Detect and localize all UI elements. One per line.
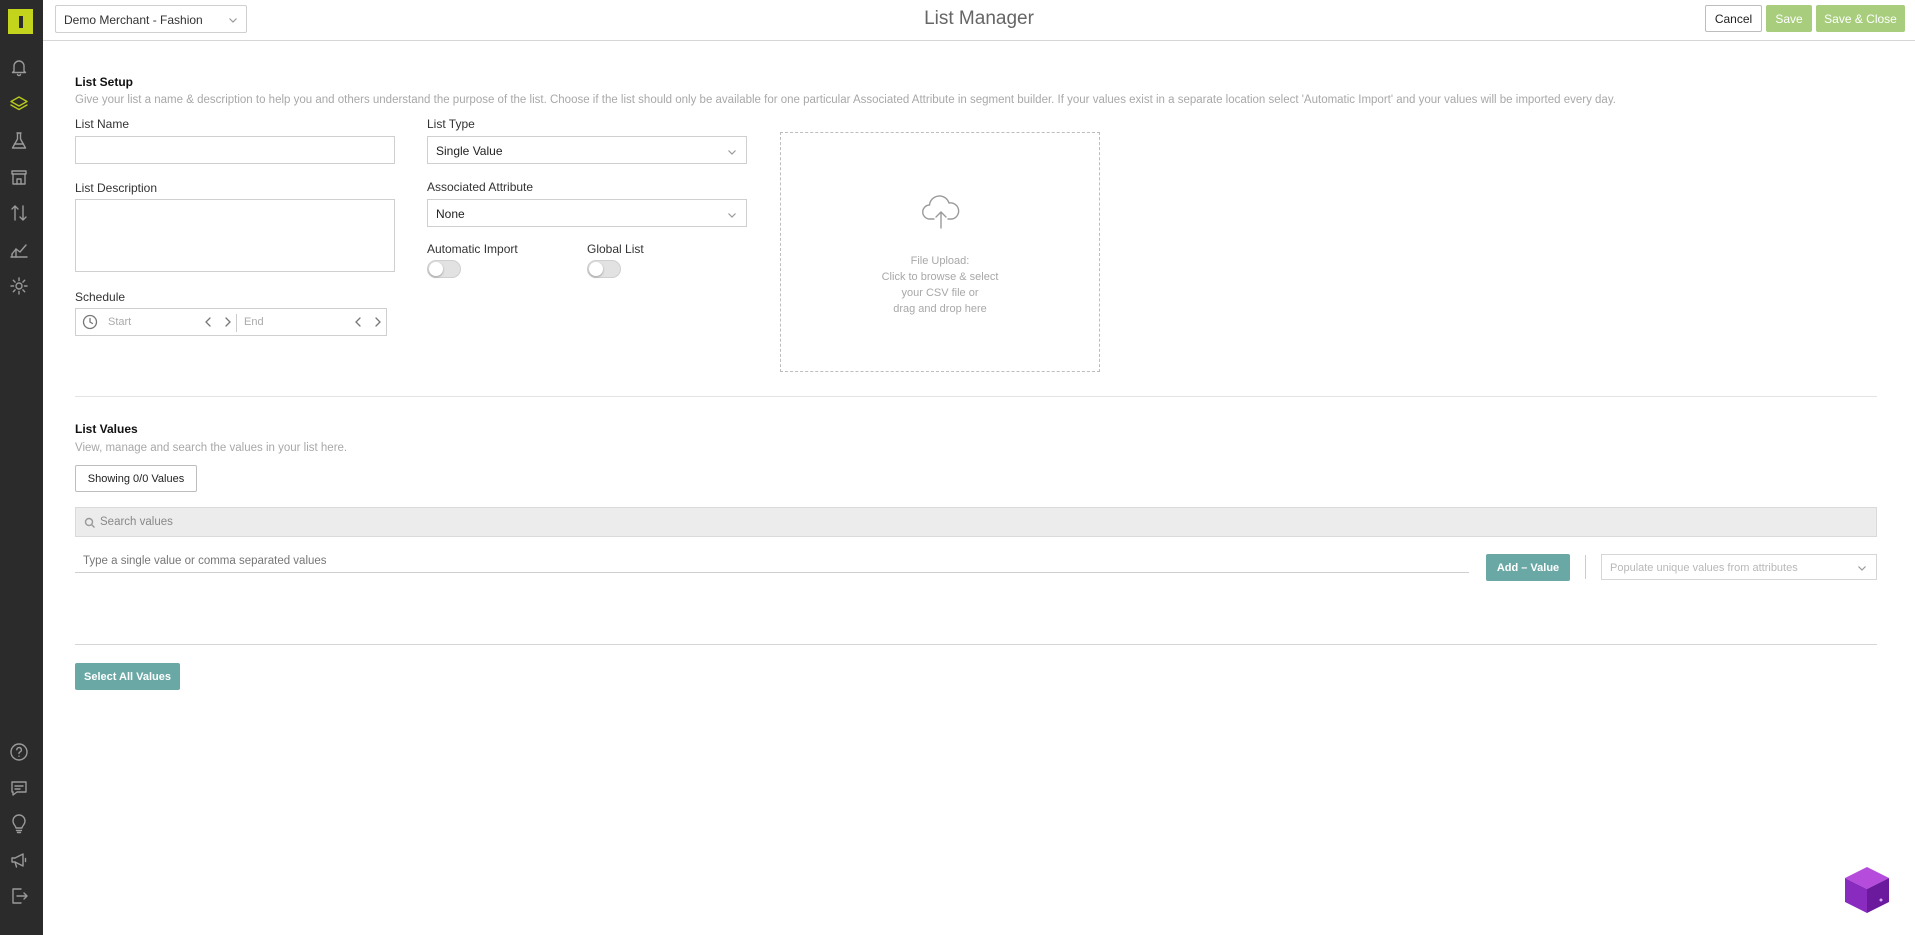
analytics-icon[interactable] bbox=[8, 239, 30, 261]
value-entry-input[interactable] bbox=[75, 549, 1469, 573]
automatic-import-label: Automatic Import bbox=[427, 242, 518, 256]
chevron-right-icon[interactable] bbox=[220, 314, 236, 330]
save-button[interactable]: Save bbox=[1766, 5, 1812, 32]
chevron-down-icon bbox=[727, 209, 737, 219]
global-list-label: Global List bbox=[587, 242, 644, 256]
list-type-value: Single Value bbox=[436, 144, 503, 158]
populate-from-attributes-select[interactable]: Populate unique values from attributes bbox=[1601, 554, 1877, 580]
associated-attribute-value: None bbox=[436, 207, 465, 221]
schedule-end-input[interactable]: End bbox=[244, 316, 264, 328]
associated-attribute-select[interactable]: None bbox=[427, 199, 747, 227]
upload-line: File Upload: bbox=[910, 255, 970, 267]
chevron-right-icon[interactable] bbox=[370, 314, 386, 330]
section-divider bbox=[75, 396, 1877, 397]
app-logo[interactable] bbox=[8, 9, 33, 34]
sidebar bbox=[0, 0, 43, 935]
megaphone-icon[interactable] bbox=[8, 849, 30, 871]
flask-icon[interactable] bbox=[8, 130, 30, 152]
vertical-separator bbox=[1585, 555, 1586, 579]
file-upload-dropzone[interactable]: File Upload: Click to browse & select yo… bbox=[780, 132, 1100, 372]
top-header: Demo Merchant - Fashion List Manager Can… bbox=[43, 0, 1915, 41]
schedule-label: Schedule bbox=[75, 290, 126, 304]
chevron-left-icon[interactable] bbox=[350, 314, 366, 330]
upload-line: your CSV file or bbox=[901, 287, 979, 299]
cloud-upload-icon bbox=[921, 193, 961, 231]
schedule-range-picker[interactable]: Start End bbox=[75, 308, 387, 336]
layers-icon[interactable] bbox=[8, 93, 30, 115]
chevron-down-icon bbox=[228, 14, 238, 24]
associated-attribute-label: Associated Attribute bbox=[427, 180, 534, 194]
bell-icon[interactable] bbox=[8, 56, 30, 78]
automatic-import-toggle[interactable] bbox=[427, 260, 461, 278]
list-type-select[interactable]: Single Value bbox=[427, 136, 747, 164]
chevron-down-icon bbox=[727, 146, 737, 156]
cancel-button[interactable]: Cancel bbox=[1705, 5, 1762, 32]
list-values-title: List Values bbox=[75, 422, 138, 436]
upload-instructions: File Upload: Click to browse & select yo… bbox=[781, 253, 1099, 317]
merchant-selector-label: Demo Merchant - Fashion bbox=[64, 13, 203, 27]
clock-icon bbox=[82, 314, 98, 330]
search-values-input[interactable] bbox=[100, 513, 1800, 531]
list-name-input[interactable] bbox=[75, 136, 395, 164]
values-divider bbox=[75, 644, 1877, 645]
list-description-textarea[interactable] bbox=[75, 199, 395, 272]
select-all-values-button[interactable]: Select All Values bbox=[75, 663, 180, 690]
upload-line: Click to browse & select bbox=[881, 271, 999, 283]
showing-values-button[interactable]: Showing 0/0 Values bbox=[75, 465, 197, 492]
main-content: List Setup Give your list a name & descr… bbox=[43, 41, 1915, 935]
list-name-label: List Name bbox=[75, 117, 130, 131]
schedule-start-input[interactable]: Start bbox=[108, 316, 131, 328]
list-type-label: List Type bbox=[427, 117, 475, 131]
page-title: List Manager bbox=[924, 8, 1034, 29]
cube-assistant-icon[interactable] bbox=[1841, 864, 1893, 916]
schedule-divider bbox=[236, 314, 237, 332]
search-icon bbox=[84, 516, 96, 528]
upload-line: drag and drop here bbox=[893, 303, 987, 315]
list-values-description: View, manage and search the values in yo… bbox=[75, 442, 348, 454]
chevron-left-icon[interactable] bbox=[200, 314, 216, 330]
logout-icon[interactable] bbox=[8, 885, 30, 907]
feedback-icon[interactable] bbox=[8, 777, 30, 799]
add-value-button[interactable]: Add – Value bbox=[1486, 554, 1570, 581]
merchant-selector[interactable]: Demo Merchant - Fashion bbox=[55, 5, 247, 33]
help-icon[interactable] bbox=[8, 741, 30, 763]
global-list-toggle[interactable] bbox=[587, 260, 621, 278]
list-setup-title: List Setup bbox=[75, 75, 134, 89]
store-icon[interactable] bbox=[8, 166, 30, 188]
chevron-down-icon bbox=[1857, 563, 1867, 576]
populate-placeholder: Populate unique values from attributes bbox=[1610, 562, 1798, 574]
lightbulb-icon[interactable] bbox=[8, 813, 30, 835]
transfer-icon[interactable] bbox=[8, 202, 30, 224]
list-description-label: List Description bbox=[75, 181, 158, 195]
search-values-bar bbox=[75, 507, 1877, 537]
save-and-close-button[interactable]: Save & Close bbox=[1816, 5, 1905, 32]
gear-icon[interactable] bbox=[8, 275, 30, 297]
list-setup-description: Give your list a name & description to h… bbox=[75, 94, 1616, 106]
